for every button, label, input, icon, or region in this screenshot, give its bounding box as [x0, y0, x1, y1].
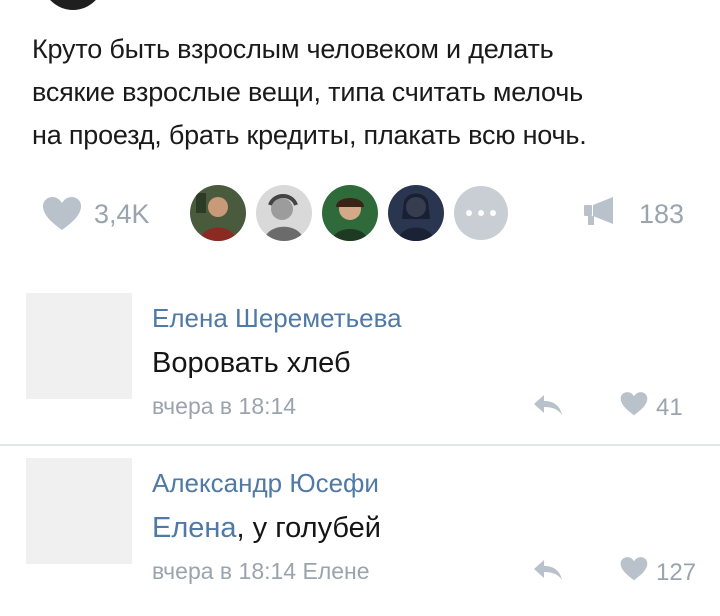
comment-author-name[interactable]: Александр Юсефи: [152, 468, 379, 499]
reply-button[interactable]: [532, 393, 564, 422]
comment-likes-count: 127: [656, 558, 697, 586]
post-text: Круто быть взрослым человеком и делать в…: [32, 28, 702, 157]
reply-button[interactable]: [532, 558, 564, 587]
comment-author-avatar[interactable]: [26, 458, 132, 564]
liker-avatar[interactable]: [256, 185, 312, 241]
comment-divider: [0, 444, 720, 446]
likes-count: 3,4K: [94, 198, 150, 229]
more-dots-icon: [478, 210, 484, 216]
comment-likes-count: 41: [656, 393, 683, 421]
comment-author-avatar[interactable]: [26, 293, 132, 399]
like-button[interactable]: 3,4K: [42, 194, 150, 234]
post-author-avatar[interactable]: [42, 0, 104, 10]
heart-icon: [620, 391, 648, 424]
comment-like-button[interactable]: 127: [620, 556, 696, 589]
post-text-line: на проезд, брать кредиты, плакать всю но…: [32, 120, 587, 150]
liker-avatar[interactable]: [322, 185, 378, 241]
comment-mention-link[interactable]: Елена: [152, 512, 237, 544]
comment-text-rest: , у голубей: [236, 512, 382, 544]
more-dots-icon: [490, 210, 496, 216]
post-text-line: Круто быть взрослым человеком и делать: [32, 34, 554, 64]
heart-icon: [42, 196, 82, 232]
comment-author-name[interactable]: Елена Шереметьева: [152, 303, 402, 334]
comment-timestamp: вчера в 18:14: [152, 393, 297, 419]
reposts-count: 183: [638, 198, 684, 229]
liker-avatar[interactable]: [190, 185, 246, 241]
repost-button[interactable]: 183: [583, 194, 684, 234]
heart-icon: [620, 556, 648, 589]
reply-arrow-icon: [532, 560, 564, 586]
more-dots-icon: [466, 210, 472, 216]
comment-text: Воровать хлеб: [152, 347, 351, 379]
comment-item: Елена Шереметьева Воровать хлеб вчера в …: [0, 283, 720, 443]
reply-arrow-icon: [532, 395, 564, 421]
comment-like-button[interactable]: 41: [620, 391, 683, 424]
post-actions-bar: 3,4K 183: [0, 180, 720, 246]
liker-avatar[interactable]: [388, 185, 444, 241]
post-text-line: всякие взрослые вещи, типа считать мелоч…: [32, 77, 584, 107]
comment-timestamp: вчера в 18:14 Елене: [152, 558, 370, 584]
comment-item: Александр Юсефи Елена, у голубей вчера в…: [0, 448, 720, 616]
megaphone-icon: [583, 195, 617, 234]
likers-avatars: [190, 185, 508, 241]
comment-text: Елена, у голубей: [152, 512, 381, 545]
more-likers-button[interactable]: [454, 186, 508, 240]
